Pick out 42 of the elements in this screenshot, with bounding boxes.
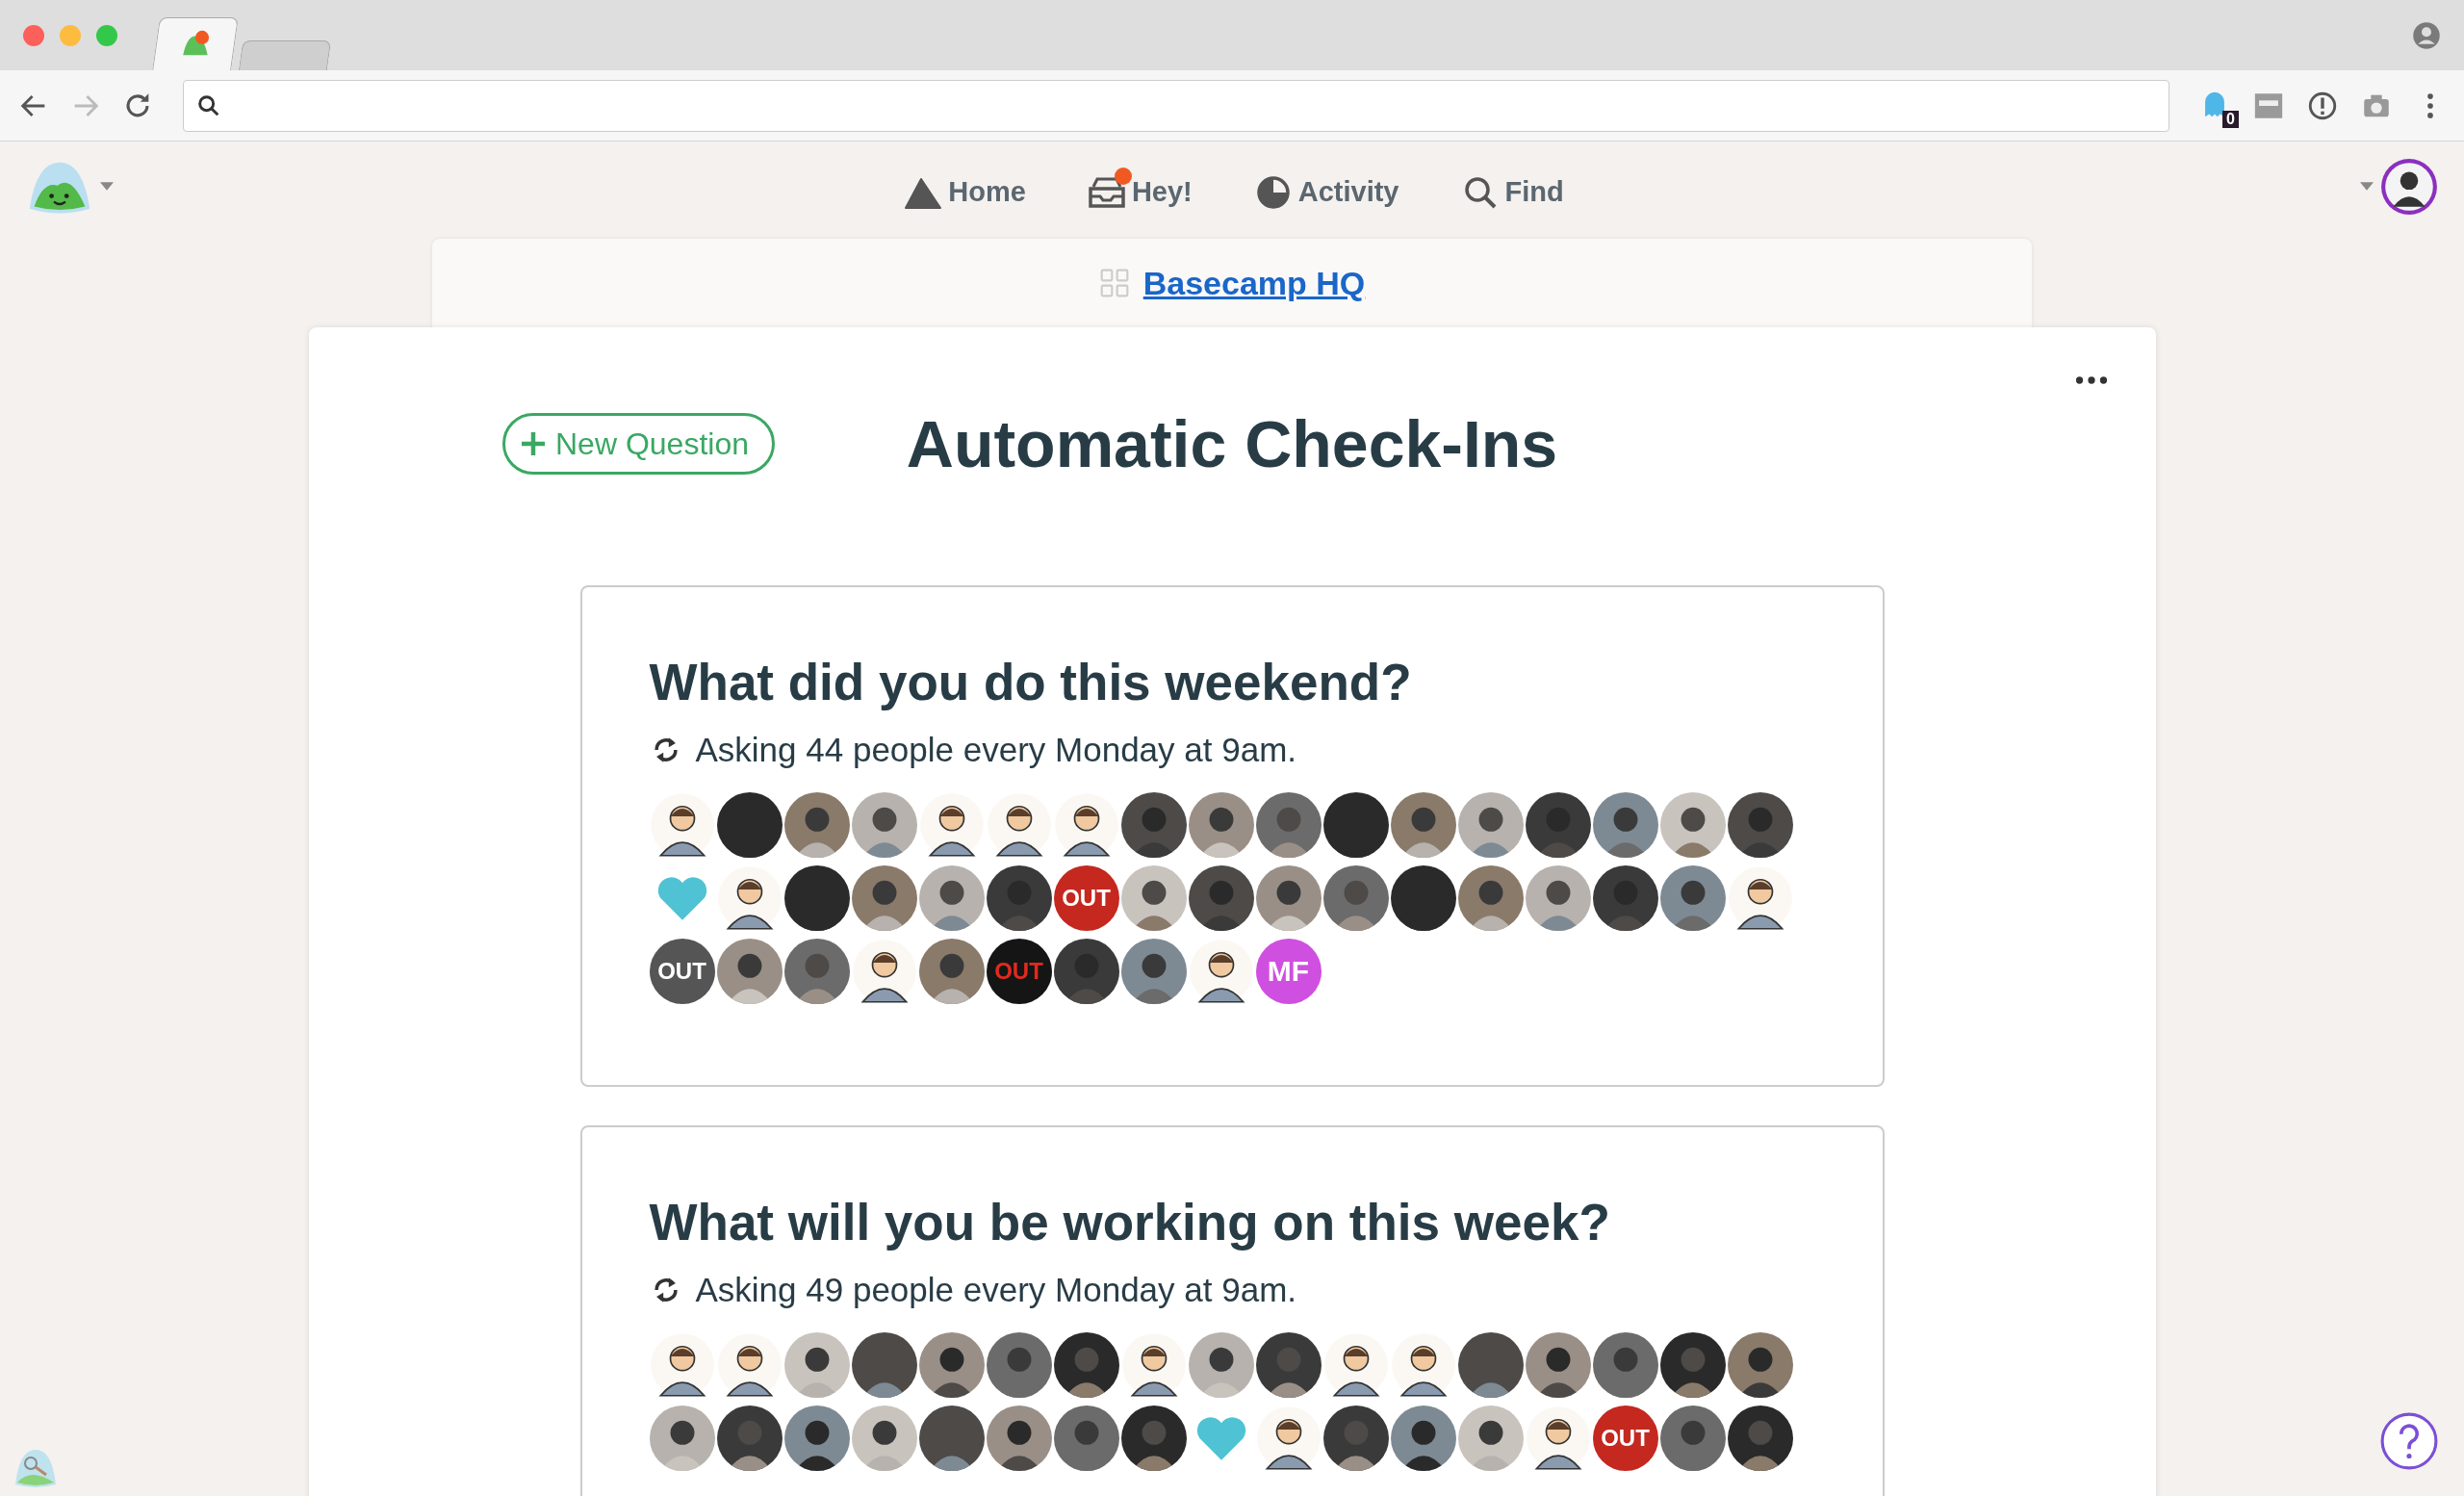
question-card[interactable]: What will you be working on this week? Asking 49 people every Monday at 9am. OUT — [579, 1125, 1885, 1496]
grid-icon — [1098, 268, 1130, 298]
nav-link[interactable]: Find — [1456, 163, 1564, 210]
initials-avatar[interactable]: MF — [1255, 939, 1322, 1004]
extension-badge: 0 — [2222, 110, 2239, 128]
avatar[interactable] — [1525, 1406, 1591, 1471]
avatar[interactable] — [851, 939, 917, 1004]
avatar[interactable] — [716, 1332, 783, 1398]
nav-link[interactable]: Hey! — [1083, 163, 1193, 210]
out-avatar[interactable]: OUT — [649, 939, 715, 1004]
schedule-text: Asking 49 people every Monday at 9am. — [695, 1271, 1297, 1309]
avatar[interactable] — [716, 865, 783, 931]
avatar[interactable] — [1390, 1332, 1456, 1398]
user-profile-icon[interactable] — [2412, 21, 2441, 50]
avatar[interactable] — [1120, 1332, 1187, 1398]
more-options-icon[interactable] — [2074, 375, 2108, 385]
question-card[interactable]: What did you do this weekend? Asking 44 people every Monday at 9am. OUT OUT OUT MF — [579, 585, 1885, 1087]
avatar[interactable] — [1322, 1332, 1389, 1398]
avatar[interactable] — [1255, 1406, 1322, 1471]
new-question-button[interactable]: New Question — [502, 413, 775, 475]
avatar[interactable] — [986, 792, 1052, 858]
out-avatar[interactable]: OUT — [1592, 1406, 1658, 1471]
project-link[interactable]: Basecamp HQ — [1142, 264, 1366, 302]
avatar[interactable] — [2379, 156, 2439, 217]
nav-link[interactable]: Activity — [1249, 163, 1399, 210]
caret-icon[interactable] — [100, 182, 114, 191]
out-avatar[interactable]: OUT — [986, 939, 1052, 1004]
caret-icon[interactable] — [2360, 182, 2374, 191]
out-avatar[interactable]: OUT — [1053, 865, 1119, 931]
schedule-text: Asking 44 people every Monday at 9am. — [695, 731, 1297, 769]
question-title[interactable]: What did you do this weekend? — [649, 653, 1815, 711]
plus-icon — [519, 429, 548, 458]
avatar[interactable] — [1727, 865, 1793, 931]
avatar[interactable] — [918, 792, 985, 858]
nav-link[interactable]: Home — [900, 163, 1026, 210]
avatar[interactable] — [649, 792, 715, 858]
avatar[interactable] — [1053, 792, 1119, 858]
help-icon[interactable] — [2379, 1411, 2439, 1471]
question-title[interactable]: What will you be working on this week? — [649, 1193, 1815, 1251]
page-title: Automatic Check-Ins — [906, 406, 1558, 481]
avatar[interactable] — [1188, 939, 1254, 1004]
avatar[interactable] — [649, 1332, 715, 1398]
